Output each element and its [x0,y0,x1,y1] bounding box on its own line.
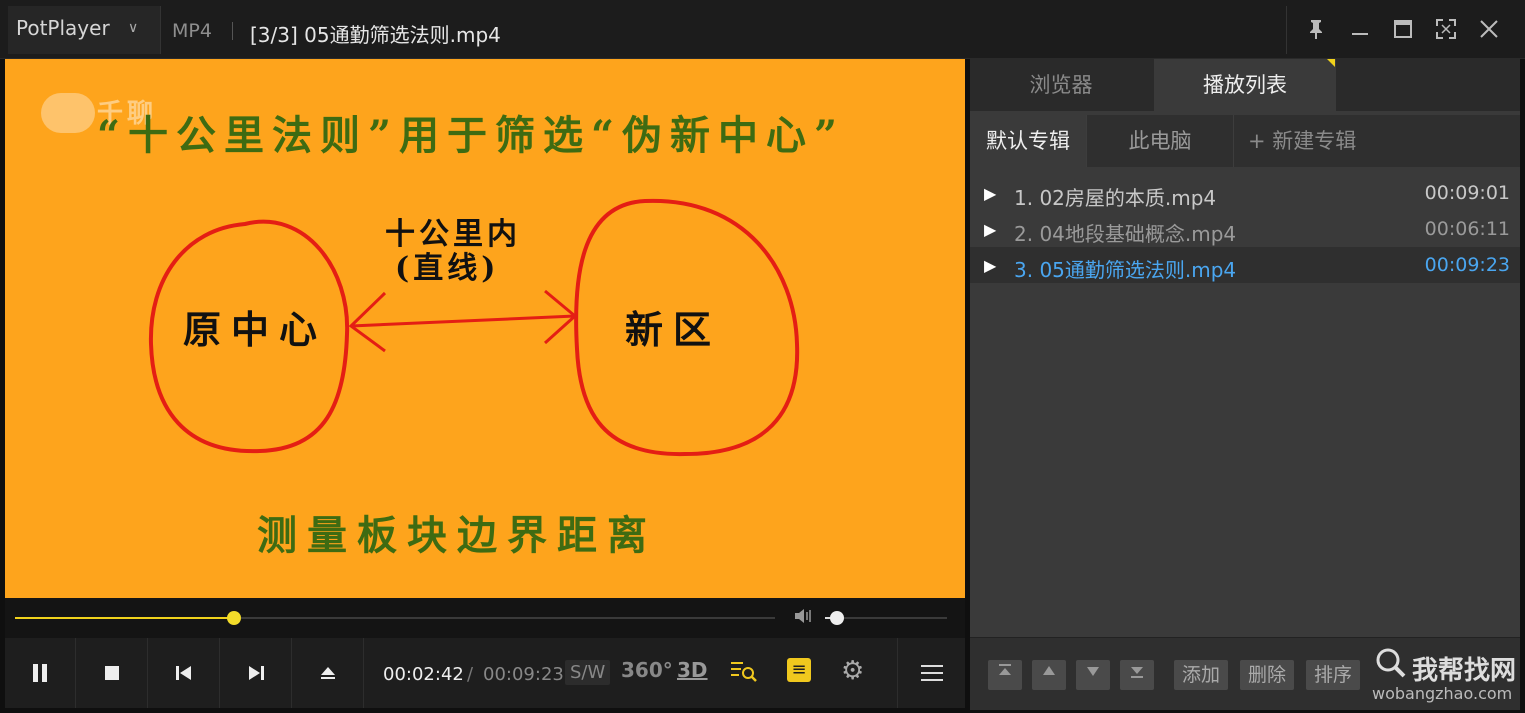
subtitle-icon[interactable]: ≡ [787,658,811,682]
sw-codec-button[interactable]: S/W [565,660,611,685]
pin-icon[interactable] [1303,18,1329,44]
control-bar: 00:02:42 / 00:09:23 S/W 360° 3D ≡ ⚙ [5,638,965,708]
playlist-item-duration: 00:09:23 [1424,254,1510,276]
volume-icon[interactable] [793,606,815,631]
album-tabs: 默认专辑 此电脑 + 新建专辑 [970,115,1520,167]
site-watermark-cn: 我帮找网 [1412,656,1517,686]
playlist-panel: 浏览器 播放列表 默认专辑 此电脑 + 新建专辑 ▶ 1. 02房屋的本质.mp… [970,59,1520,710]
playlist-item-name: 2. 04地段基础概念.mp4 [1014,222,1237,246]
chevron-down-icon[interactable]: ∨ [128,20,138,36]
eject-button[interactable] [293,638,364,708]
tab-accent-corner [1327,59,1335,67]
playlist-search-icon[interactable] [729,658,759,690]
time-separator: / [467,664,474,685]
add-button[interactable]: 添加 [1174,660,1229,690]
right-circle-label: 新区 [625,307,722,352]
tab-playlist[interactable]: 播放列表 [1154,59,1336,111]
sort-button[interactable]: 排序 [1306,660,1361,690]
minimize-icon[interactable] [1347,18,1373,44]
playlist-item-playing[interactable]: ▶ 3. 05通勤筛选法则.mp4 00:09:23 [970,247,1520,283]
panel-tabs: 浏览器 播放列表 [970,59,1520,111]
move-to-top-button[interactable] [988,660,1022,690]
maximize-icon[interactable] [1390,18,1416,44]
tab-browser[interactable]: 浏览器 [970,59,1152,111]
volume-handle[interactable] [830,611,845,625]
logo-watermark-icon [41,93,95,133]
divider [232,22,233,40]
fullscreen-icon[interactable] [1433,18,1459,44]
eject-icon [321,667,335,679]
new-album-button[interactable]: + 新建专辑 [1248,115,1356,167]
arrow-down-icon [1087,667,1099,676]
arrow-label-line2: (直线) [395,251,500,286]
total-time: 00:09:23 [483,664,564,685]
current-time: 00:02:42 [383,664,464,685]
video-bottom-text: 测量板块边界距离 [257,512,657,559]
pause-button[interactable] [5,638,76,708]
gear-icon[interactable]: ⚙ [841,656,864,686]
volume-slider[interactable] [825,611,947,625]
skip-previous-icon [176,666,191,680]
hamburger-menu-icon [921,665,943,681]
move-top-icon [999,664,1011,675]
site-watermark-en: wobangzhao.com [1372,684,1513,703]
close-icon[interactable] [1476,18,1502,44]
pause-icon [33,664,47,682]
window-controls [1286,6,1519,54]
album-tab-default[interactable]: 默认专辑 [970,115,1086,167]
video-title-text: “十公里法则”用于筛选“伪新中心” [97,112,846,159]
format-label: MP4 [172,20,212,42]
move-up-button[interactable] [1032,660,1066,690]
magnifier-icon [1374,646,1408,688]
seek-area [5,598,965,638]
stop-button[interactable] [77,638,148,708]
move-bottom-icon [1131,667,1143,678]
arrow-up-icon [1043,666,1055,675]
seek-bar[interactable] [15,611,775,625]
play-icon: ▶ [984,256,997,275]
vr-360-button[interactable]: 360° [621,658,673,682]
skip-next-icon [249,666,264,680]
seek-progress [15,617,234,619]
title-bar: PotPlayer ∨ MP4 [3/3] 05通勤筛选法则.mp4 [0,0,1525,59]
album-tab-this-pc[interactable]: 此电脑 [1086,115,1234,167]
left-circle-label: 原中心 [183,307,328,352]
play-icon: ▶ [984,220,997,239]
playlist-item-name: 3. 05通勤筛选法则.mp4 [1014,258,1237,282]
next-button[interactable] [221,638,292,708]
menu-button[interactable] [897,638,966,708]
previous-button[interactable] [149,638,220,708]
delete-button[interactable]: 删除 [1240,660,1295,690]
playlist-item[interactable]: ▶ 2. 04地段基础概念.mp4 00:06:11 [970,211,1520,247]
seek-handle[interactable] [226,611,241,625]
playlist-item[interactable]: ▶ 1. 02房屋的本质.mp4 00:09:01 [970,175,1520,211]
playlist-item-duration: 00:09:01 [1424,182,1510,204]
playlist-item-duration: 00:06:11 [1424,218,1510,240]
stop-icon [105,666,119,680]
3d-mode-button[interactable]: 3D [677,658,708,682]
play-icon: ▶ [984,184,997,203]
file-title: [3/3] 05通勤筛选法则.mp4 [250,23,501,47]
move-down-button[interactable] [1076,660,1110,690]
move-to-bottom-button[interactable] [1120,660,1154,690]
app-name[interactable]: PotPlayer [16,16,110,40]
video-frame[interactable]: 千聊 “十公里法则”用于筛选“伪新中心” 十公里内 (直线) 原中心 新区 测量… [5,59,965,598]
playlist-item-name: 1. 02房屋的本质.mp4 [1014,186,1217,210]
